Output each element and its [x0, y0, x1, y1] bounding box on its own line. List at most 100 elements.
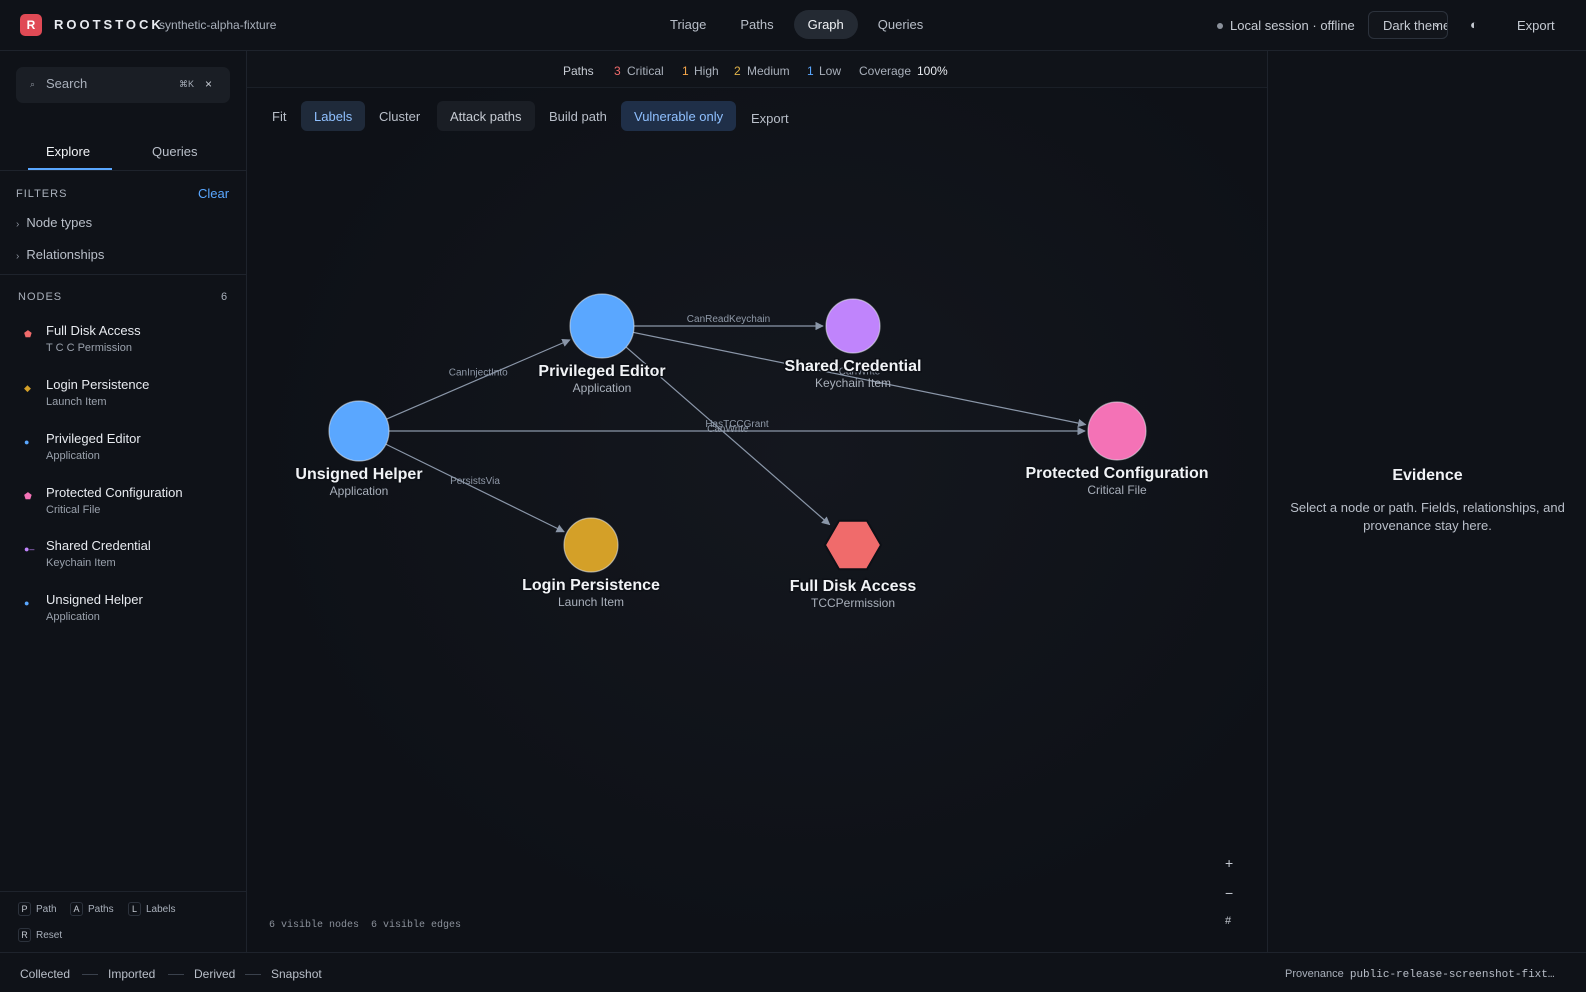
- footer-bar: Collected Imported Derived Snapshot Prov…: [0, 952, 1586, 992]
- evidence-body: Select a node or path. Fields, relations…: [1290, 500, 1565, 533]
- nodes-count: 6: [221, 291, 228, 303]
- search-box: ⌕ ⌘K ×: [16, 67, 230, 103]
- sidebar-divider: [0, 274, 246, 275]
- graph-svg[interactable]: CanInjectIntoCanReadKeychainCanWriteHasT…: [247, 51, 1267, 952]
- filter-label: Relationships: [26, 247, 105, 262]
- shortcut-label: Labels: [146, 903, 176, 915]
- graph-node-label: Full Disk Access: [790, 578, 917, 595]
- graph-node-credential[interactable]: [825, 298, 881, 354]
- search-icon: ⌕: [30, 79, 36, 89]
- graph-node-type: Application: [330, 484, 389, 498]
- node-list-item-protected-configuration[interactable]: ⬟ Protected Configuration Critical File: [0, 485, 246, 535]
- shortcut-labels: L Labels: [128, 902, 175, 916]
- graph-node-editor[interactable]: [569, 293, 635, 359]
- contrast-toggle-icon[interactable]: ◐: [1470, 17, 1478, 32]
- tab-queries[interactable]: Queries: [152, 144, 198, 159]
- shield-icon: ⬟: [24, 491, 32, 501]
- grid-toggle-icon[interactable]: #: [1225, 915, 1231, 927]
- filter-relationships[interactable]: › Relationships: [16, 247, 104, 262]
- graph-edge-label: CanInjectInto: [449, 367, 508, 378]
- graph-node-type: Launch Item: [558, 595, 624, 609]
- brand-name: ROOTSTOCK: [54, 17, 164, 32]
- evidence-panel: Evidence Select a node or path. Fields, …: [1267, 51, 1586, 952]
- legend-derived: Derived: [194, 967, 236, 981]
- legend-line: [245, 974, 261, 975]
- node-list-item-full-disk-access[interactable]: ⬟ Full Disk Access T C C Permission: [0, 323, 246, 373]
- node-list-item-login-persistence[interactable]: ◆ Login Persistence Launch Item: [0, 377, 246, 427]
- node-list-item-shared-credential[interactable]: ●‒ Shared Credential Keychain Item: [0, 538, 246, 588]
- export-button[interactable]: Export: [1517, 18, 1555, 33]
- graph-node-label: Protected Configuration: [1025, 465, 1208, 482]
- active-tab-indicator: [28, 168, 112, 170]
- graph-node-fda[interactable]: [823, 519, 883, 571]
- shortcut-label: Reset: [36, 929, 63, 941]
- graph-node-type: Application: [573, 381, 632, 395]
- graph-node-unsigned[interactable]: [328, 400, 390, 462]
- keyboard-shortcuts: P Path A Paths L Labels R Reset: [0, 891, 246, 952]
- legend-line: [82, 974, 98, 975]
- app-logo: R: [20, 14, 42, 36]
- key-icon: ●‒: [24, 544, 35, 554]
- node-type: Application: [46, 450, 100, 462]
- diamond-icon: ◆: [24, 383, 31, 393]
- shortcut-key: A: [70, 902, 83, 916]
- evidence-title: Evidence: [1392, 467, 1463, 484]
- graph-edge-unsigned-login[interactable]: [385, 443, 565, 533]
- node-type: Critical File: [46, 504, 101, 516]
- graph-node-label: Privileged Editor: [538, 363, 665, 380]
- shortcut-label: Paths: [88, 903, 114, 915]
- graph-node-type: TCCPermission: [811, 596, 895, 610]
- sidebar-tabs: Explore Queries: [0, 141, 246, 171]
- nav-tab-graph[interactable]: Graph: [793, 10, 858, 39]
- provenance-label: Provenance: [1285, 968, 1344, 980]
- visible-edges-count: 6 visible edges: [371, 920, 462, 931]
- search-shortcut-hint: ⌘K: [179, 79, 195, 89]
- session-status: Local session · offline: [1217, 18, 1355, 33]
- graph-node-type: Keychain Item: [815, 376, 891, 390]
- visible-count: 6 visible nodes 6 visible edges: [269, 920, 461, 931]
- search-input[interactable]: [46, 76, 166, 91]
- nav-tab-queries[interactable]: Queries: [864, 10, 938, 39]
- fixture-name: synthetic-alpha-fixture: [159, 18, 277, 32]
- chevron-right-icon: ›: [16, 219, 20, 230]
- shield-icon: ⬟: [24, 329, 32, 339]
- nav-tab-triage[interactable]: Triage: [656, 10, 720, 39]
- clear-filters-button[interactable]: Clear: [198, 186, 229, 201]
- status-dot-icon: [1217, 22, 1223, 29]
- chevron-down-icon: ⌄: [1432, 19, 1441, 30]
- nav-tab-paths[interactable]: Paths: [726, 10, 787, 39]
- graph-edge-label: PersistsVia: [450, 476, 500, 487]
- graph-node-label: Login Persistence: [522, 577, 660, 594]
- legend-collected: Collected: [20, 967, 71, 981]
- node-list-item-unsigned-helper[interactable]: ● Unsigned Helper Application: [0, 592, 246, 642]
- top-bar: R ROOTSTOCK synthetic-alpha-fixture Tria…: [0, 0, 1586, 51]
- session-status-text: Local session · offline: [1230, 18, 1355, 33]
- tab-explore[interactable]: Explore: [46, 144, 90, 159]
- graph-node-config[interactable]: [1087, 401, 1147, 461]
- provenance-value: public-release-screenshot-fixt…: [1349, 969, 1555, 981]
- chevron-right-icon: ›: [16, 251, 20, 262]
- filter-label: Node types: [26, 215, 93, 230]
- node-name: Privileged Editor: [46, 431, 141, 446]
- graph-canvas[interactable]: Paths 3 Critical 1 High 2 Medium 1 Low C…: [247, 51, 1267, 952]
- shortcut-key: L: [128, 902, 141, 916]
- graph-node-login[interactable]: [563, 517, 619, 573]
- filters-heading: FILTERS: [16, 188, 68, 200]
- clear-search-button[interactable]: ×: [205, 77, 212, 91]
- graph-node-type: Critical File: [1087, 483, 1147, 497]
- main-nav: Triage Paths Graph Queries: [656, 10, 937, 39]
- theme-select[interactable]: Dark theme ⌄: [1368, 11, 1448, 39]
- zoom-out-button[interactable]: −: [1225, 885, 1233, 901]
- node-type: Keychain Item: [46, 557, 116, 569]
- node-name: Unsigned Helper: [46, 592, 143, 607]
- zoom-in-button[interactable]: +: [1225, 855, 1233, 871]
- node-list-item-privileged-editor[interactable]: ● Privileged Editor Application: [0, 431, 246, 481]
- visible-nodes-count: 6 visible nodes: [269, 920, 360, 931]
- node-name: Full Disk Access: [46, 323, 141, 338]
- shortcut-key: P: [18, 902, 31, 916]
- node-name: Protected Configuration: [46, 485, 183, 500]
- node-name: Login Persistence: [46, 377, 150, 392]
- shortcut-reset: R Reset: [18, 928, 62, 942]
- node-type: Launch Item: [46, 396, 107, 408]
- filter-node-types[interactable]: › Node types: [16, 215, 92, 230]
